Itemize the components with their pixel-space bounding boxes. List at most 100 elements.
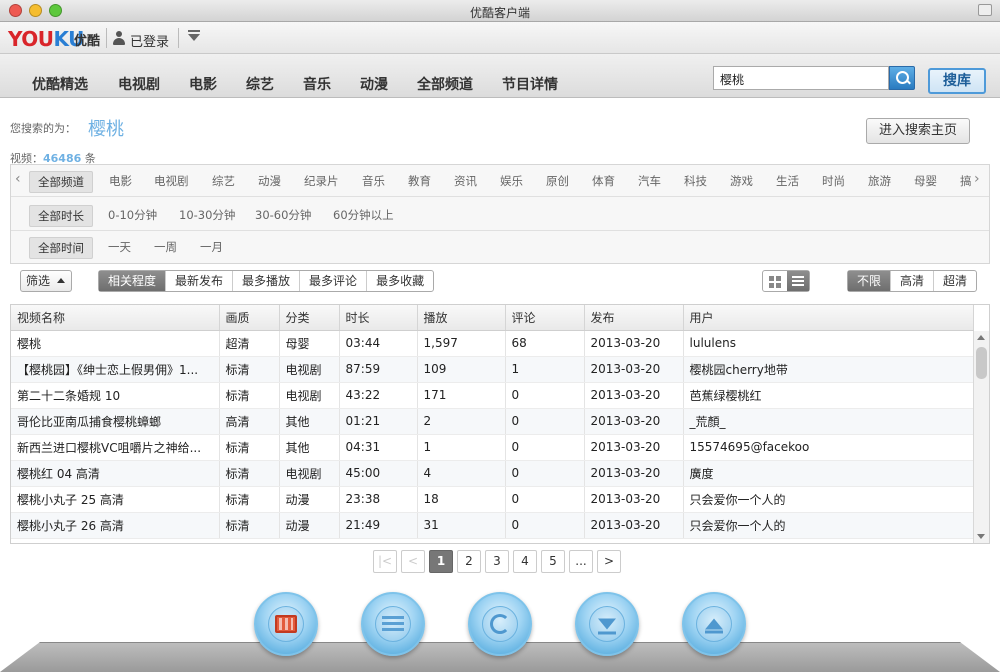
column-header-published[interactable]: 发布 bbox=[584, 305, 684, 331]
table-row[interactable]: 哥伦比亚南瓜捕食樱桃蟑螂 高清 其他 01:21 2 0 2013-03-20 _荒顏_ bbox=[11, 408, 974, 435]
scroll-thumb[interactable] bbox=[976, 347, 987, 379]
filter-channel[interactable]: 音乐 bbox=[362, 173, 385, 189]
youku-logo[interactable]: YOUKU bbox=[8, 27, 84, 51]
column-header-title[interactable]: 视频名称 bbox=[11, 305, 220, 331]
filter-channel[interactable]: 体育 bbox=[592, 173, 615, 189]
page-ellipsis[interactable]: ... bbox=[569, 550, 593, 573]
sort-most-favorited[interactable]: 最多收藏 bbox=[367, 271, 433, 291]
table-row[interactable]: 【樱桃园】《绅士恋上假男佣》1... 标清 电视剧 87:59 109 1 2013-03-… bbox=[11, 356, 974, 383]
page-button[interactable]: 2 bbox=[457, 550, 481, 573]
nav-item-featured[interactable]: 优酷精选 bbox=[32, 74, 88, 94]
quality-any[interactable]: 不限 bbox=[848, 271, 892, 291]
dock-button-inner bbox=[375, 606, 411, 642]
filter-duration[interactable]: 30-60分钟 bbox=[255, 207, 311, 223]
search-input[interactable]: 樱桃 bbox=[713, 66, 889, 90]
table-row[interactable]: 樱桃 超清 母婴 03:44 1,597 68 2013-03-20 lululens bbox=[11, 330, 974, 357]
sort-relevance[interactable]: 相关程度 bbox=[99, 271, 167, 291]
souku-button[interactable]: 搜库 bbox=[928, 68, 986, 94]
list-view-button[interactable] bbox=[787, 271, 809, 291]
chevron-left-icon[interactable]: ‹ bbox=[15, 171, 21, 187]
filter-channel[interactable]: 母婴 bbox=[914, 173, 937, 189]
page-button[interactable]: 1 bbox=[429, 550, 453, 573]
page-button[interactable]: 5 bbox=[541, 550, 565, 573]
playlist-button[interactable] bbox=[361, 592, 425, 656]
quality-super-hd[interactable]: 超清 bbox=[934, 271, 976, 291]
column-header-user[interactable]: 用户 bbox=[683, 305, 974, 331]
scroll-up-icon[interactable] bbox=[977, 335, 985, 340]
upload-button[interactable] bbox=[682, 592, 746, 656]
nav-item-music[interactable]: 音乐 bbox=[303, 74, 331, 94]
table-scrollbar[interactable] bbox=[973, 331, 989, 543]
filter-channel[interactable]: 汽车 bbox=[638, 173, 661, 189]
filter-time[interactable]: 一天 bbox=[108, 239, 131, 255]
prev-page-button[interactable]: < bbox=[401, 550, 425, 573]
search-icon[interactable] bbox=[889, 66, 915, 90]
fullscreen-icon[interactable] bbox=[978, 4, 992, 16]
filter-channel[interactable]: 资讯 bbox=[454, 173, 477, 189]
filter-time[interactable]: 一月 bbox=[200, 239, 223, 255]
filter-duration[interactable]: 全部时长 bbox=[29, 205, 93, 227]
page-button[interactable]: 4 bbox=[513, 550, 537, 573]
scroll-down-icon[interactable] bbox=[977, 534, 985, 539]
filter-time[interactable]: 全部时间 bbox=[29, 237, 93, 259]
filter-channel[interactable]: 电影 bbox=[109, 173, 132, 189]
user-icon[interactable] bbox=[112, 31, 126, 45]
menu-dropdown-icon[interactable] bbox=[188, 30, 200, 41]
column-header-plays[interactable]: 播放 bbox=[417, 305, 506, 331]
table-row[interactable]: 新西兰进口樱桃VC咀嚼片之神给... 标清 其他 04:31 1 0 2013-03-20 1… bbox=[11, 434, 974, 461]
movie-library-button[interactable] bbox=[254, 592, 318, 656]
nav-item-all-channels[interactable]: 全部频道 bbox=[417, 74, 473, 94]
filter-duration[interactable]: 10-30分钟 bbox=[179, 207, 235, 223]
filter-channel[interactable]: 原创 bbox=[546, 173, 569, 189]
table-row[interactable]: 第二十二条婚规 10 标清 电视剧 43:22 171 0 2013-03-20 芭蕉绿樱桃红 bbox=[11, 382, 974, 409]
filter-channel[interactable]: 动漫 bbox=[258, 173, 281, 189]
filter-toggle-button[interactable]: 筛选 bbox=[20, 270, 72, 292]
column-header-comments[interactable]: 评论 bbox=[505, 305, 585, 331]
column-header-duration[interactable]: 时长 bbox=[339, 305, 418, 331]
column-header-quality[interactable]: 画质 bbox=[219, 305, 280, 331]
nav-item-variety[interactable]: 综艺 bbox=[246, 74, 274, 94]
filter-channel[interactable]: 生活 bbox=[776, 173, 799, 189]
sort-most-played[interactable]: 最多播放 bbox=[233, 271, 301, 291]
page-button[interactable]: 3 bbox=[485, 550, 509, 573]
filter-channel[interactable]: 游戏 bbox=[730, 173, 753, 189]
table-row[interactable]: 樱桃小丸子 26 高清 标清 动漫 21:49 31 0 2013-03-20 只会爱你一个人… bbox=[11, 512, 974, 539]
download-button[interactable] bbox=[575, 592, 639, 656]
filter-channel[interactable]: 娱乐 bbox=[500, 173, 523, 189]
nav-item-program-details[interactable]: 节目详情 bbox=[502, 74, 558, 94]
filter-time[interactable]: 一周 bbox=[154, 239, 177, 255]
filter-channel[interactable]: 科技 bbox=[684, 173, 707, 189]
filter-channel[interactable]: 时尚 bbox=[822, 173, 845, 189]
cell-comments: 0 bbox=[505, 434, 585, 461]
channel-filter-row: ‹ 全部频道 电影 电视剧 综艺 动漫 纪录片 音乐 教育 资讯 娱乐 原创 体… bbox=[11, 165, 989, 197]
sort-newest[interactable]: 最新发布 bbox=[166, 271, 234, 291]
chevron-right-icon[interactable]: › bbox=[974, 171, 980, 187]
nav-item-anime[interactable]: 动漫 bbox=[360, 74, 388, 94]
column-header-category[interactable]: 分类 bbox=[279, 305, 340, 331]
filter-channel[interactable]: 电视剧 bbox=[154, 173, 189, 189]
transcode-button[interactable] bbox=[468, 592, 532, 656]
filter-channel[interactable]: 搞 bbox=[960, 173, 972, 189]
first-page-button[interactable]: |< bbox=[373, 550, 397, 573]
filter-channel[interactable]: 全部频道 bbox=[29, 171, 93, 193]
search-home-button[interactable]: 进入搜索主页 bbox=[866, 118, 970, 144]
filter-channel[interactable]: 教育 bbox=[408, 173, 431, 189]
filter-channel[interactable]: 纪录片 bbox=[304, 173, 339, 189]
quality-hd[interactable]: 高清 bbox=[891, 271, 935, 291]
sort-most-comments[interactable]: 最多评论 bbox=[300, 271, 368, 291]
view-toggle bbox=[762, 270, 810, 292]
nav-item-movie[interactable]: 电影 bbox=[189, 74, 217, 94]
quality-segmented-control: 不限 高清 超清 bbox=[847, 270, 978, 292]
filter-channel[interactable]: 旅游 bbox=[868, 173, 891, 189]
table-row[interactable]: 樱桃红 04 高清 标清 电视剧 45:00 4 0 2013-03-20 廣度 bbox=[11, 460, 974, 487]
table-row[interactable]: 樱桃小丸子 25 高清 标清 动漫 23:38 18 0 2013-03-20 只会爱你一个人… bbox=[11, 486, 974, 513]
next-page-button[interactable]: > bbox=[597, 550, 621, 573]
cell-duration: 23:38 bbox=[339, 486, 418, 513]
cell-comments: 0 bbox=[505, 408, 585, 435]
grid-view-icon[interactable] bbox=[769, 276, 781, 288]
login-status[interactable]: 已登录 bbox=[130, 31, 169, 50]
filter-channel[interactable]: 综艺 bbox=[212, 173, 235, 189]
filter-duration[interactable]: 0-10分钟 bbox=[108, 207, 157, 223]
filter-duration[interactable]: 60分钟以上 bbox=[333, 207, 394, 223]
nav-item-tv[interactable]: 电视剧 bbox=[118, 74, 160, 94]
